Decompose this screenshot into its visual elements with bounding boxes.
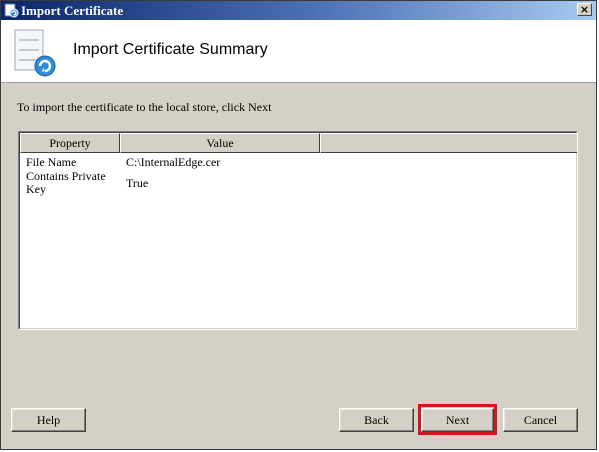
row-value: C:\InternalEdge.cer — [126, 155, 221, 169]
close-button[interactable]: × — [577, 3, 592, 16]
row-property: File Name — [26, 155, 77, 169]
row-value: True — [126, 176, 149, 190]
instruction-text: To import the certificate to the local s… — [17, 100, 272, 114]
column-header-blank[interactable] — [320, 133, 577, 153]
window-title: Import Certificate — [21, 3, 124, 18]
wizard-header: Import Certificate Summary — [1, 20, 596, 83]
column-header-value[interactable]: Value — [120, 133, 320, 153]
certificate-app-icon — [4, 3, 19, 18]
table-row[interactable]: Contains Private Key True — [20, 170, 576, 198]
import-certificate-dialog: Import Certificate × Import Certificate … — [0, 0, 597, 450]
column-header-property[interactable]: Property — [20, 133, 120, 153]
next-button[interactable]: Next — [421, 408, 494, 432]
back-button[interactable]: Back — [339, 408, 414, 432]
close-icon: × — [579, 3, 590, 16]
help-button[interactable]: Help — [11, 408, 86, 432]
summary-list-view[interactable]: Property Value File Name C:\InternalEdge… — [18, 131, 578, 330]
page-title: Import Certificate Summary — [73, 41, 268, 58]
certificate-import-icon — [14, 29, 56, 77]
row-property: Contains Private Key — [26, 169, 106, 196]
list-header: Property Value — [20, 133, 577, 153]
cancel-button[interactable]: Cancel — [503, 408, 578, 432]
title-bar[interactable]: Import Certificate × — [1, 1, 596, 20]
table-row[interactable]: File Name C:\InternalEdge.cer — [20, 156, 576, 170]
